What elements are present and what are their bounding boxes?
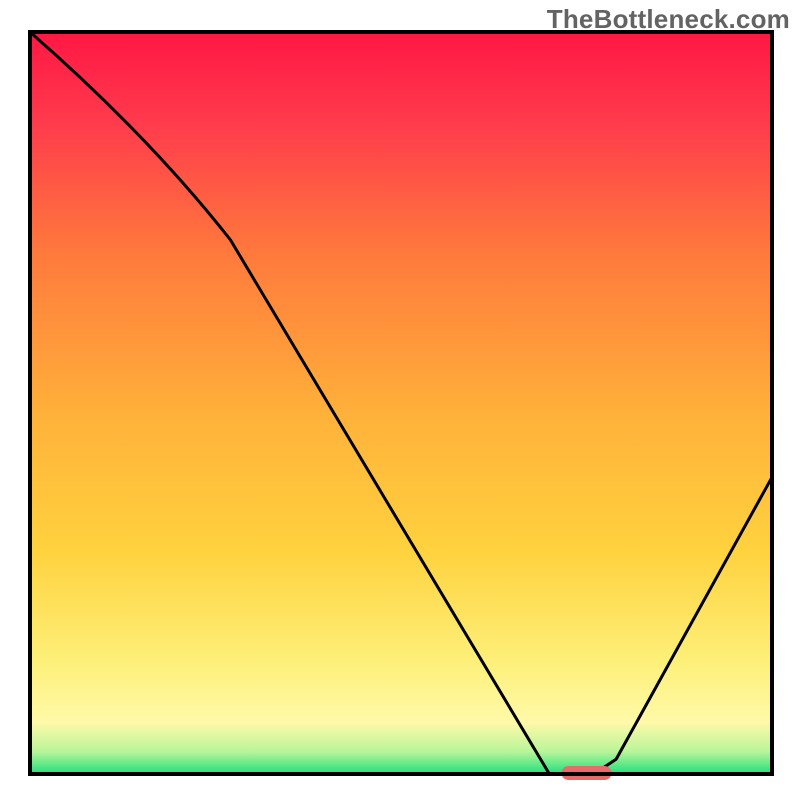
bottleneck-plot (0, 0, 800, 800)
plot-background (30, 32, 772, 774)
chart-container: { "watermark": "TheBottleneck.com", "cha… (0, 0, 800, 800)
watermark-text: TheBottleneck.com (547, 4, 790, 35)
